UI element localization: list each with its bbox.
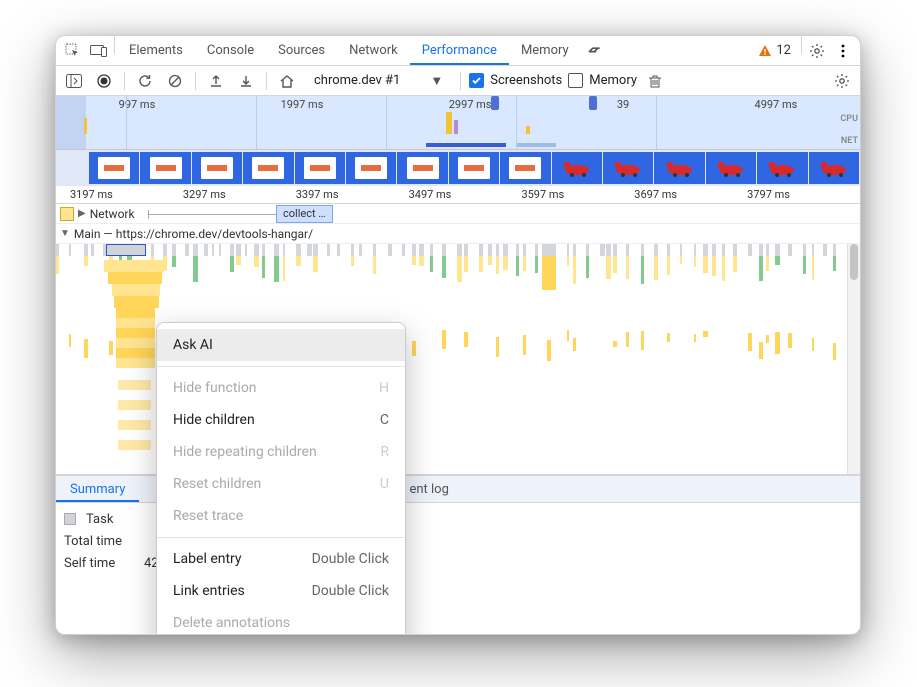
reload-record-icon[interactable] xyxy=(133,69,157,93)
dropdown-chevron-icon: ▼ xyxy=(430,73,443,89)
selected-flame-entry[interactable] xyxy=(106,244,146,256)
filmstrip-frame[interactable] xyxy=(449,152,499,184)
main-track-label: Main — https://chrome.dev/devtools-hanga… xyxy=(74,227,313,241)
record-icon[interactable] xyxy=(92,69,116,93)
tab-network[interactable]: Network xyxy=(337,36,410,65)
perf-toolbar: chrome.dev #1 ▼ Screenshots Memory xyxy=(56,66,860,96)
tab-elements[interactable]: Elements xyxy=(117,36,195,65)
filmstrip-frame[interactable] xyxy=(706,152,756,184)
upload-icon[interactable] xyxy=(204,69,228,93)
filmstrip-frame[interactable] xyxy=(295,152,345,184)
capture-settings-icon[interactable] xyxy=(830,69,854,93)
filmstrip-frame[interactable] xyxy=(809,152,859,184)
filmstrip-frame[interactable] xyxy=(397,152,447,184)
warnings-count: 12 xyxy=(776,43,791,58)
filmstrip-frame[interactable] xyxy=(500,152,550,184)
scroll-thumb[interactable] xyxy=(850,244,858,280)
more-tabs-icon[interactable] xyxy=(581,36,607,65)
menu-label-entry[interactable]: Label entryDouble Click xyxy=(157,543,405,575)
screenshots-label: Screenshots xyxy=(490,73,562,88)
home-icon[interactable] xyxy=(275,69,299,93)
task-color-swatch xyxy=(64,513,76,525)
inspect-element-icon[interactable] xyxy=(60,36,86,65)
menu-hide-function[interactable]: Hide functionH xyxy=(157,372,405,404)
task-name: Task xyxy=(86,509,113,531)
memory-checkbox[interactable]: Memory xyxy=(568,73,637,88)
net-label: NET xyxy=(841,136,858,146)
menu-hide-children[interactable]: Hide childrenC xyxy=(157,404,405,436)
main-track-header[interactable]: ▼ Main — https://chrome.dev/devtools-han… xyxy=(56,224,860,244)
menu-delete-annotations[interactable]: Delete annotations xyxy=(157,607,405,635)
filmstrip-frame[interactable] xyxy=(552,152,602,184)
toggle-sidebar-icon[interactable] xyxy=(62,69,86,93)
range-handle-left[interactable] xyxy=(491,96,499,110)
menu-reset-children[interactable]: Reset childrenU xyxy=(157,468,405,500)
menu-ask-ai[interactable]: Ask AI xyxy=(157,329,405,361)
total-time-label: Total time xyxy=(64,531,134,553)
time-ruler: 3197 ms 3297 ms 3397 ms 3497 ms 3597 ms … xyxy=(56,186,860,204)
menu-reset-trace[interactable]: Reset trace xyxy=(157,500,405,532)
settings-icon[interactable] xyxy=(804,36,830,65)
device-toolbar-icon[interactable] xyxy=(86,36,112,65)
menu-hide-repeating[interactable]: Hide repeating childrenR xyxy=(157,436,405,468)
checkbox-empty-icon xyxy=(568,73,583,88)
clear-icon[interactable] xyxy=(163,69,187,93)
context-menu: Ask AI Hide functionH Hide childrenC Hid… xyxy=(156,322,406,635)
range-handle-right[interactable] xyxy=(589,96,597,110)
tab-summary[interactable]: Summary xyxy=(56,476,139,502)
overview-timestamps: 997 ms 1997 ms 2997 ms 39 4997 ms xyxy=(56,98,860,111)
tab-sources[interactable]: Sources xyxy=(266,36,337,65)
recording-name: chrome.dev #1 xyxy=(314,73,400,88)
checkbox-checked-icon xyxy=(469,73,484,88)
expand-icon: ▶ xyxy=(78,208,86,219)
tab-memory[interactable]: Memory xyxy=(509,36,581,65)
screenshots-checkbox[interactable]: Screenshots xyxy=(469,73,562,88)
kebab-menu-icon[interactable] xyxy=(830,36,856,65)
network-request-chip[interactable]: collect … xyxy=(276,205,333,223)
memory-label: Memory xyxy=(589,73,637,88)
network-track-label: Network xyxy=(90,207,135,221)
filmstrip-frame[interactable] xyxy=(757,152,807,184)
filmstrip-frame[interactable] xyxy=(654,152,704,184)
filmstrip-frame[interactable] xyxy=(243,152,293,184)
collect-garbage-icon[interactable] xyxy=(643,69,667,93)
download-icon[interactable] xyxy=(234,69,258,93)
filmstrip-frame[interactable] xyxy=(140,152,190,184)
filmstrip-frame[interactable] xyxy=(346,152,396,184)
vertical-scrollbar[interactable] xyxy=(847,244,860,474)
filmstrip-frame[interactable] xyxy=(89,152,139,184)
tab-console[interactable]: Console xyxy=(195,36,266,65)
collapse-icon: ▼ xyxy=(60,228,70,239)
filmstrip-frame[interactable] xyxy=(603,152,653,184)
timeline-overview[interactable]: 997 ms 1997 ms 2997 ms 39 4997 ms CPU NE… xyxy=(56,96,860,150)
warnings-badge[interactable]: 12 xyxy=(750,36,799,65)
menu-link-entries[interactable]: Link entriesDouble Click xyxy=(157,575,405,607)
panel-tabs: Elements Console Sources Network Perform… xyxy=(56,36,860,66)
filmstrip[interactable] xyxy=(56,150,860,186)
filmstrip-frame[interactable] xyxy=(192,152,242,184)
self-time-label: Self time xyxy=(64,553,134,575)
tab-performance[interactable]: Performance xyxy=(410,36,509,65)
network-track-header[interactable]: ▶ Network collect … xyxy=(56,204,860,224)
recording-dropdown[interactable]: chrome.dev #1 ▼ xyxy=(305,70,452,92)
devtools-window: Elements Console Sources Network Perform… xyxy=(55,35,861,635)
